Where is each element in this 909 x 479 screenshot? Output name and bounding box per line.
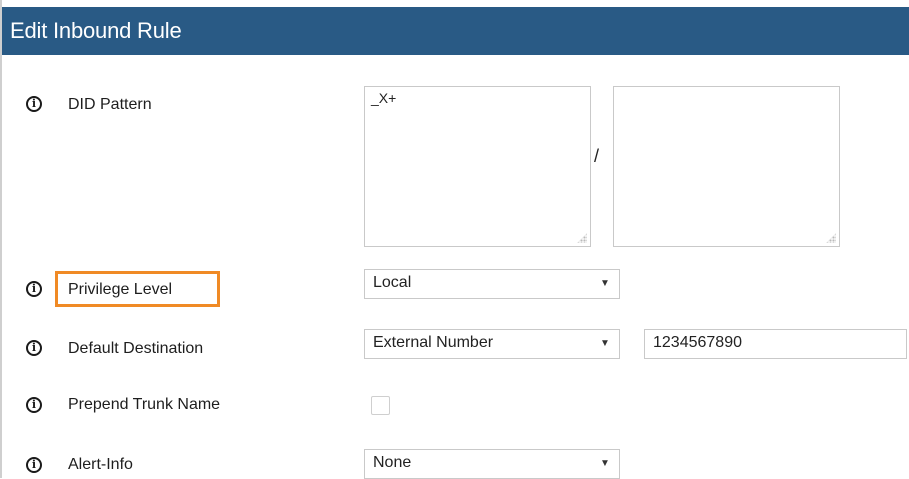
privilege-level-select[interactable]: Local ▼ xyxy=(364,269,620,299)
default-destination-label: Default Destination xyxy=(68,340,204,357)
privilege-level-label: Privilege Level xyxy=(68,281,173,298)
resize-grip-icon[interactable] xyxy=(826,233,836,243)
alert-info-selected: None xyxy=(373,454,412,471)
default-destination-select[interactable]: External Number ▼ xyxy=(364,329,620,359)
resize-grip-icon[interactable] xyxy=(577,233,587,243)
did-pattern-second-textarea[interactable] xyxy=(613,86,840,247)
prepend-trunk-name-label: Prepend Trunk Name xyxy=(68,396,221,413)
page-title: Edit Inbound Rule xyxy=(2,7,909,55)
did-pattern-label: DID Pattern xyxy=(68,96,152,113)
chevron-down-icon[interactable]: ▼ xyxy=(591,270,619,298)
did-pattern-textarea[interactable]: _X+ xyxy=(364,86,591,247)
alert-info-info-icon[interactable]: i xyxy=(26,457,42,473)
privilege-level-selected: Local xyxy=(373,274,412,291)
alert-info-label: Alert-Info xyxy=(68,456,133,473)
did-pattern-info-icon[interactable]: i xyxy=(26,96,42,112)
default-destination-info-icon[interactable]: i xyxy=(26,340,42,356)
default-destination-selected: External Number xyxy=(373,334,494,351)
privilege-level-info-icon[interactable]: i xyxy=(26,281,42,297)
did-pattern-value: _X+ xyxy=(371,90,397,106)
chevron-down-icon[interactable]: ▼ xyxy=(591,330,619,358)
did-pattern-separator: / xyxy=(594,146,600,166)
alert-info-select[interactable]: None ▼ xyxy=(364,449,620,479)
external-number-input[interactable]: 1234567890 xyxy=(644,329,907,359)
prepend-trunk-name-info-icon[interactable]: i xyxy=(26,397,42,413)
edit-inbound-rule-page: Edit Inbound Rule i DID Pattern _X+ / i … xyxy=(0,0,909,479)
chevron-down-icon[interactable]: ▼ xyxy=(591,450,619,478)
left-border xyxy=(0,0,2,478)
prepend-trunk-name-checkbox[interactable] xyxy=(371,396,390,415)
